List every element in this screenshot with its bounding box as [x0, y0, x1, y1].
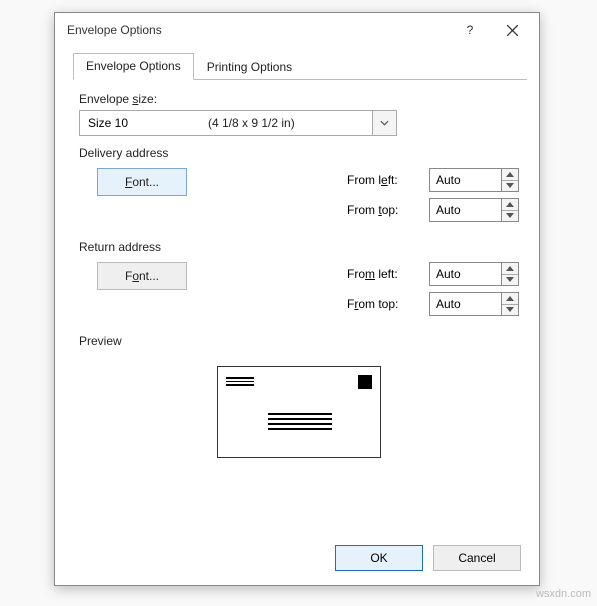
ok-label: OK	[370, 551, 387, 565]
from-left-label: From left:	[347, 267, 423, 281]
return-from-left-row: From left:	[287, 262, 519, 286]
chevron-down-icon	[380, 120, 389, 126]
size-dimensions: (4 1/8 x 9 1/2 in)	[208, 116, 372, 130]
font-button-label: Font...	[125, 269, 159, 283]
help-icon: ?	[467, 23, 474, 37]
spinner-buttons	[501, 262, 519, 286]
spin-down-button[interactable]	[502, 305, 518, 316]
dialog-footer: OK Cancel	[335, 545, 521, 571]
delivery-from-top-row: From top:	[287, 198, 519, 222]
from-left-label: From left:	[347, 173, 423, 187]
tab-envelope-options[interactable]: Envelope Options	[73, 53, 194, 80]
watermark: wsxdn.com	[536, 588, 591, 600]
preview-group: Preview	[79, 334, 519, 458]
close-icon	[507, 25, 518, 36]
tab-strip: Envelope Options Printing Options	[73, 53, 527, 80]
return-from-left-spinner[interactable]	[429, 262, 519, 286]
font-button-label: Font...	[125, 175, 159, 189]
spin-down-button[interactable]	[502, 181, 518, 192]
return-from-top-spinner[interactable]	[429, 292, 519, 316]
envelope-size-select[interactable]: Size 10 (4 1/8 x 9 1/2 in)	[79, 110, 397, 136]
spin-up-button[interactable]	[502, 169, 518, 181]
return-from-top-input[interactable]	[429, 292, 501, 316]
tab-printing-options[interactable]: Printing Options	[194, 54, 305, 80]
spin-down-button[interactable]	[502, 275, 518, 286]
spin-down-button[interactable]	[502, 211, 518, 222]
spinner-buttons	[501, 292, 519, 316]
size-dropdown-button[interactable]	[372, 111, 396, 135]
from-top-label: From top:	[347, 297, 423, 311]
return-address-preview	[226, 377, 254, 388]
delivery-font-button[interactable]: Font...	[97, 168, 187, 196]
delivery-from-top-spinner[interactable]	[429, 198, 519, 222]
from-top-label: From top:	[347, 203, 423, 217]
return-font-button[interactable]: Font...	[97, 262, 187, 290]
delivery-address-title: Delivery address	[79, 146, 519, 160]
help-button[interactable]: ?	[449, 16, 491, 44]
tab-content: Envelope size: Size 10 (4 1/8 x 9 1/2 in…	[55, 80, 539, 458]
envelope-options-dialog: Envelope Options ? Envelope Options Prin…	[54, 12, 540, 586]
stamp-icon	[358, 375, 372, 389]
cancel-button[interactable]: Cancel	[433, 545, 521, 571]
tab-label: Envelope Options	[86, 59, 181, 73]
cancel-label: Cancel	[458, 551, 495, 565]
titlebar: Envelope Options ?	[55, 13, 539, 47]
delivery-from-top-input[interactable]	[429, 198, 501, 222]
spin-up-button[interactable]	[502, 263, 518, 275]
close-button[interactable]	[491, 16, 533, 44]
dialog-title: Envelope Options	[67, 23, 449, 37]
return-from-left-input[interactable]	[429, 262, 501, 286]
spinner-buttons	[501, 198, 519, 222]
preview-label: Preview	[79, 334, 519, 348]
spin-up-button[interactable]	[502, 293, 518, 305]
return-address-title: Return address	[79, 240, 519, 254]
delivery-from-left-row: From left:	[287, 168, 519, 192]
envelope-size-label: Envelope size:	[79, 92, 519, 106]
delivery-address-preview	[268, 413, 332, 433]
delivery-from-left-input[interactable]	[429, 168, 501, 192]
delivery-address-group: Font... From left: From top:	[79, 168, 519, 228]
delivery-from-left-spinner[interactable]	[429, 168, 519, 192]
ok-button[interactable]: OK	[335, 545, 423, 571]
size-name: Size 10	[80, 116, 208, 130]
spinner-buttons	[501, 168, 519, 192]
return-from-top-row: From top:	[287, 292, 519, 316]
envelope-preview	[217, 366, 381, 458]
tab-label: Printing Options	[207, 60, 292, 74]
spin-up-button[interactable]	[502, 199, 518, 211]
return-address-group: Font... From left: From top:	[79, 262, 519, 322]
